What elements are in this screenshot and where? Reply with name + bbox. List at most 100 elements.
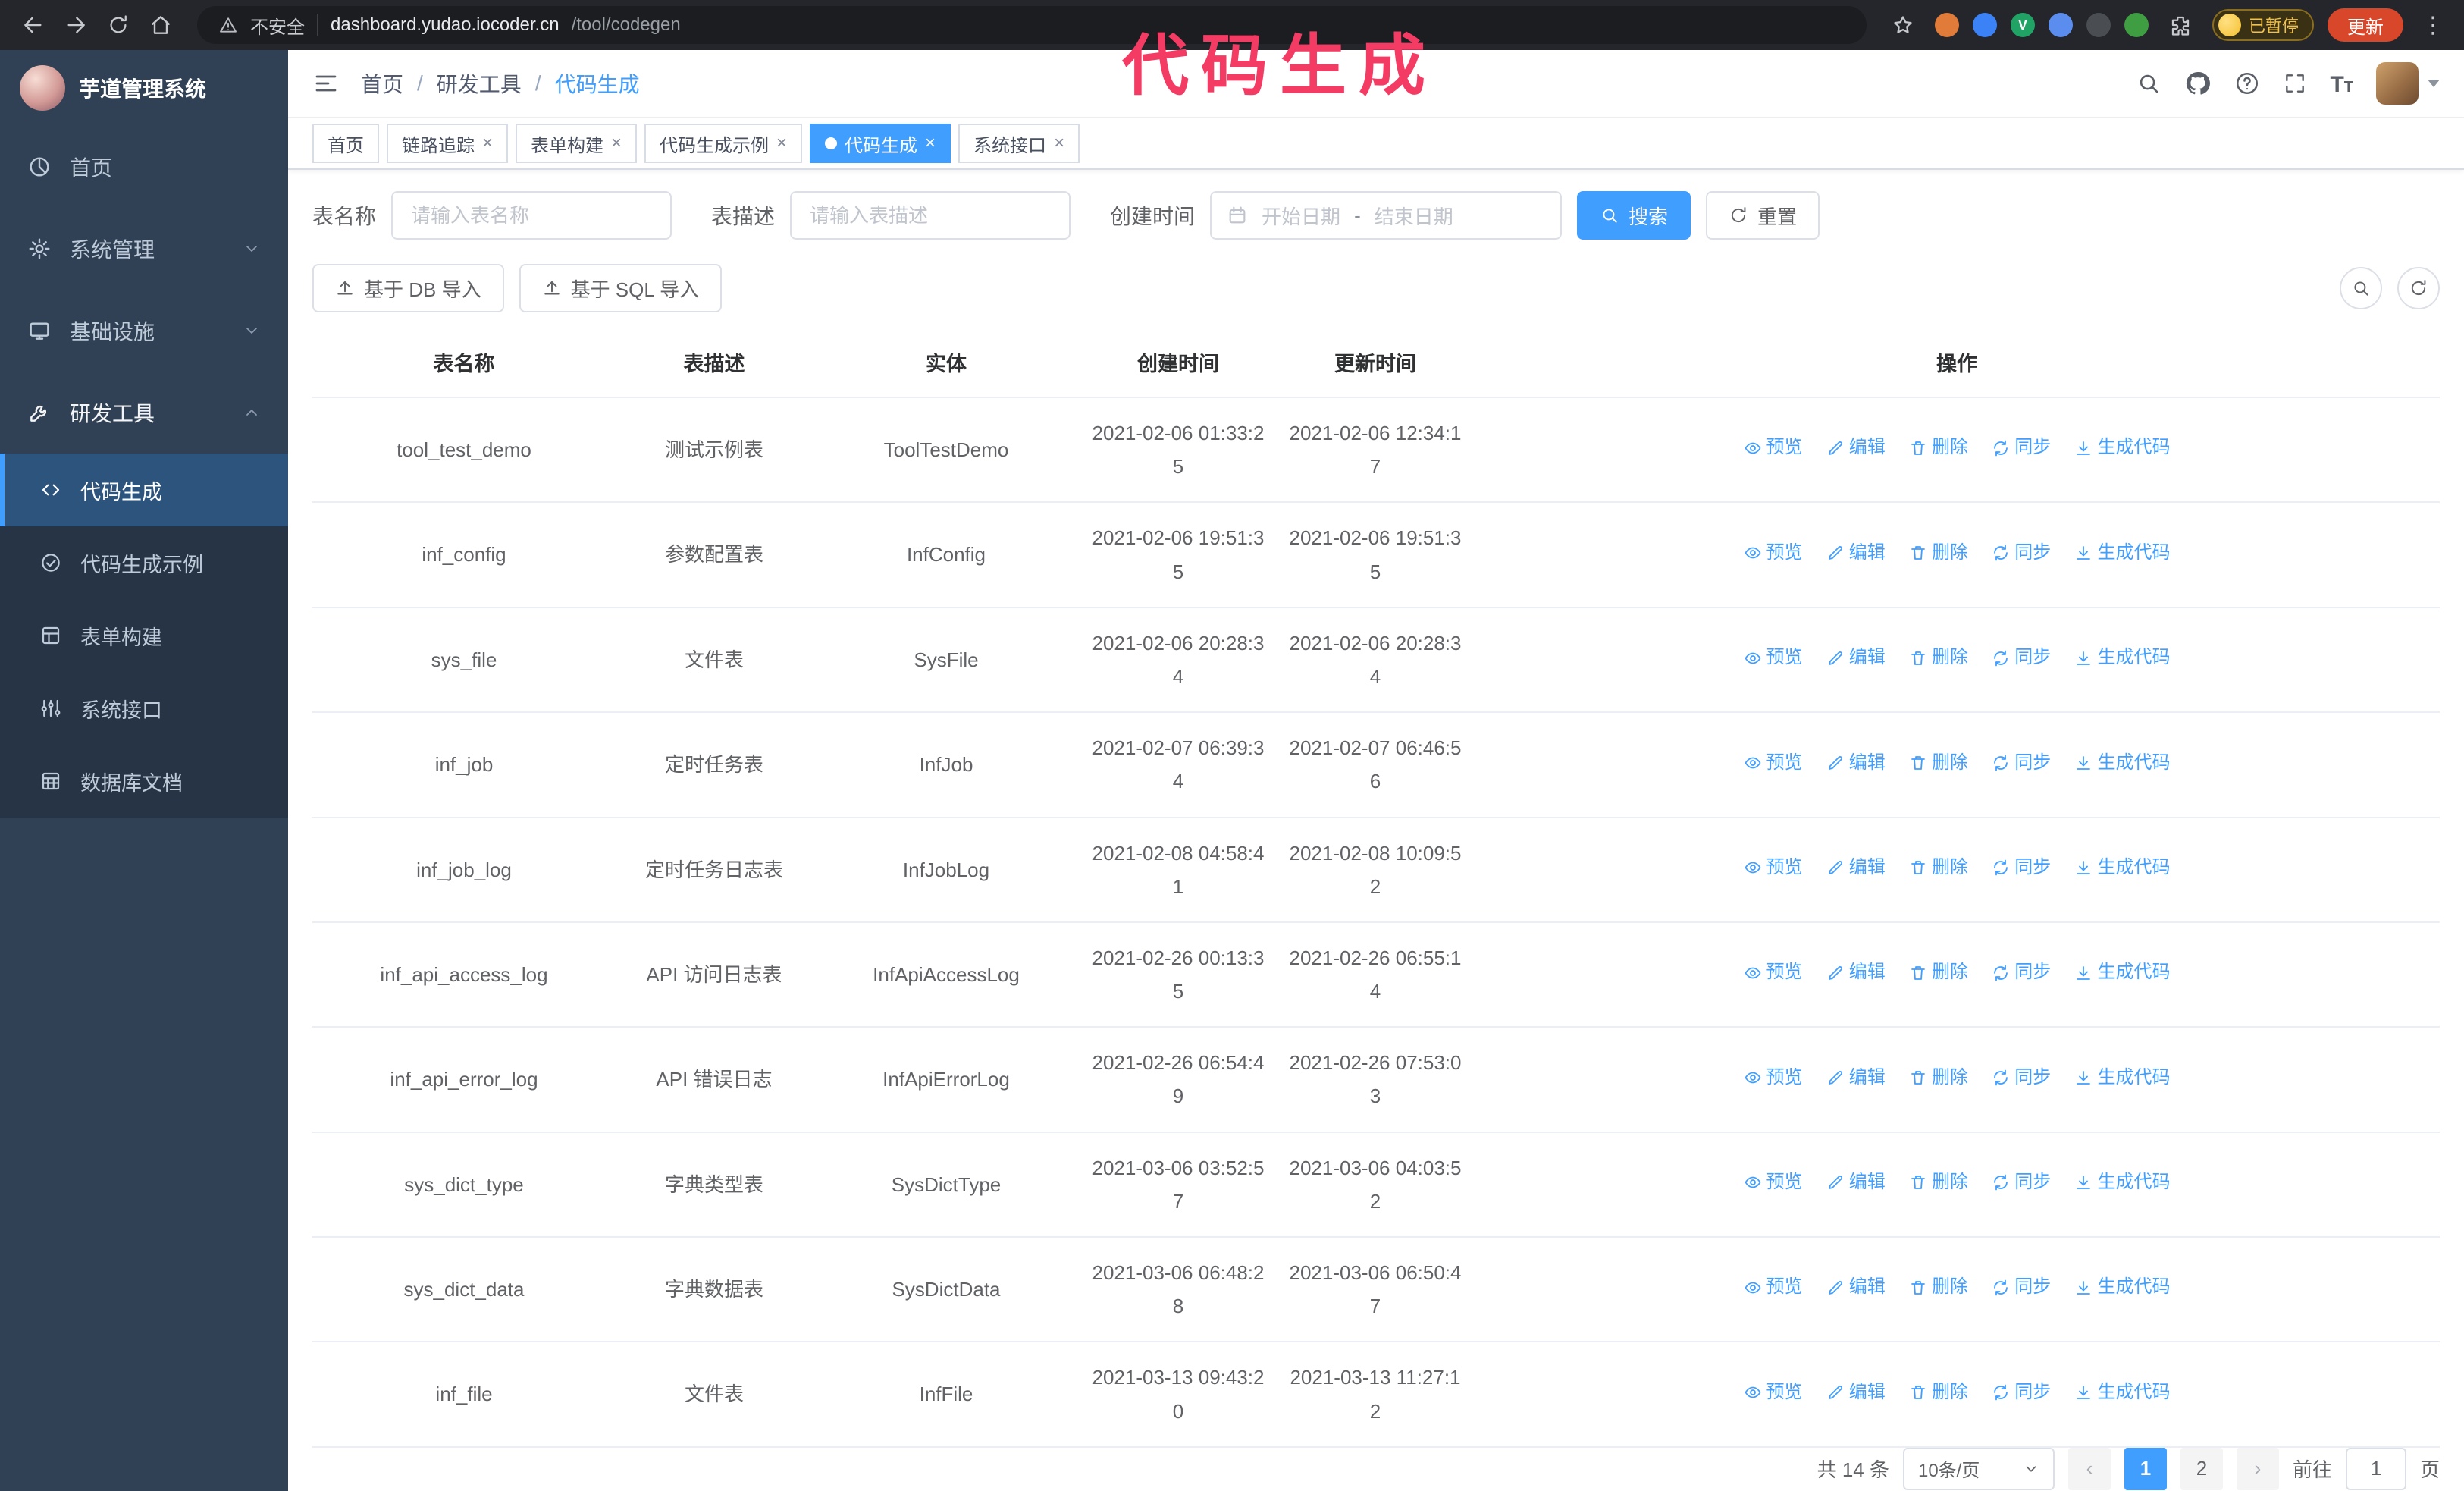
sync-link[interactable]: 同步 — [1992, 642, 2051, 673]
sidebar-item-code-generation-example[interactable]: 代码生成示例 — [0, 526, 288, 599]
edit-link[interactable]: 编辑 — [1826, 852, 1886, 884]
browser-forward-icon[interactable] — [58, 7, 94, 43]
page-button-1[interactable]: 1 — [2124, 1447, 2167, 1490]
generate-code-link[interactable]: 生成代码 — [2074, 1063, 2170, 1094]
delete-link[interactable]: 删除 — [1909, 1167, 1968, 1198]
tab-codegen-example[interactable]: 代码生成示例 × — [644, 124, 803, 163]
extension-icon-leaf[interactable] — [2124, 13, 2149, 37]
extension-icon-green-v[interactable]: V — [2010, 13, 2035, 37]
delete-link[interactable]: 删除 — [1909, 1272, 1968, 1303]
sync-link[interactable]: 同步 — [1992, 1272, 2051, 1303]
edit-link[interactable]: 编辑 — [1826, 538, 1886, 569]
browser-home-icon[interactable] — [143, 7, 179, 43]
preview-link[interactable]: 预览 — [1744, 748, 1803, 779]
search-icon[interactable] — [2136, 71, 2161, 96]
sidebar-item-form-builder[interactable]: 表单构建 — [0, 599, 288, 672]
tab-close-icon[interactable]: × — [611, 134, 622, 152]
tab-trace[interactable]: 链路追踪 × — [387, 124, 509, 163]
breadcrumb-dev-tools[interactable]: 研发工具 — [437, 68, 522, 99]
generate-code-link[interactable]: 生成代码 — [2074, 748, 2170, 779]
sync-link[interactable]: 同步 — [1992, 538, 2051, 569]
browser-back-icon[interactable] — [15, 7, 52, 43]
generate-code-link[interactable]: 生成代码 — [2074, 432, 2170, 463]
sync-link[interactable]: 同步 — [1992, 1063, 2051, 1094]
generate-code-link[interactable]: 生成代码 — [2074, 642, 2170, 673]
tab-close-icon[interactable]: × — [925, 134, 936, 152]
delete-link[interactable]: 删除 — [1909, 748, 1968, 779]
github-icon[interactable] — [2184, 70, 2212, 97]
preview-link[interactable]: 预览 — [1744, 538, 1803, 569]
preview-link[interactable]: 预览 — [1744, 957, 1803, 988]
edit-link[interactable]: 编辑 — [1826, 957, 1886, 988]
app-logo[interactable]: 芋道管理系统 — [0, 50, 288, 126]
create-time-range-picker[interactable]: 开始日期 - 结束日期 — [1210, 191, 1563, 240]
tab-form-builder[interactable]: 表单构建 × — [516, 124, 638, 163]
user-menu[interactable] — [2376, 62, 2440, 105]
help-icon[interactable] — [2234, 71, 2260, 96]
table-name-input[interactable] — [391, 191, 672, 240]
bookmark-star-icon[interactable] — [1885, 7, 1921, 43]
preview-link[interactable]: 预览 — [1744, 1063, 1803, 1094]
extensions-puzzle-icon[interactable] — [2162, 7, 2199, 43]
breadcrumb-home[interactable]: 首页 — [361, 68, 403, 99]
edit-link[interactable]: 编辑 — [1826, 748, 1886, 779]
sidebar-item-system-api[interactable]: 系统接口 — [0, 672, 288, 745]
tab-close-icon[interactable]: × — [776, 134, 787, 152]
reset-button[interactable]: 重置 — [1706, 191, 1820, 240]
sidebar-item-home[interactable]: 首页 — [0, 126, 288, 208]
page-size-select[interactable]: 10条/页 — [1902, 1447, 2055, 1490]
sidebar-item-code-generation[interactable]: 代码生成 — [0, 454, 288, 526]
sidebar-collapse-icon[interactable] — [312, 70, 340, 97]
browser-menu-icon[interactable]: ⋮ — [2417, 12, 2449, 39]
generate-code-link[interactable]: 生成代码 — [2074, 1377, 2170, 1408]
sync-link[interactable]: 同步 — [1992, 432, 2051, 463]
address-bar[interactable]: 不安全 dashboard.yudao.iocoder.cn/tool/code… — [197, 6, 1867, 44]
extension-icon-dark[interactable] — [2086, 13, 2111, 37]
generate-code-link[interactable]: 生成代码 — [2074, 852, 2170, 884]
edit-link[interactable]: 编辑 — [1826, 1063, 1886, 1094]
delete-link[interactable]: 删除 — [1909, 432, 1968, 463]
delete-link[interactable]: 删除 — [1909, 852, 1968, 884]
delete-link[interactable]: 删除 — [1909, 642, 1968, 673]
goto-page-input[interactable] — [2345, 1447, 2406, 1490]
edit-link[interactable]: 编辑 — [1826, 642, 1886, 673]
generate-code-link[interactable]: 生成代码 — [2074, 538, 2170, 569]
browser-reload-icon[interactable] — [100, 7, 136, 43]
tab-close-icon[interactable]: × — [482, 134, 493, 152]
sync-link[interactable]: 同步 — [1992, 852, 2051, 884]
delete-link[interactable]: 删除 — [1909, 1063, 1968, 1094]
generate-code-link[interactable]: 生成代码 — [2074, 1272, 2170, 1303]
extension-icon-orange[interactable] — [1934, 13, 1959, 37]
sync-link[interactable]: 同步 — [1992, 748, 2051, 779]
tab-codegen[interactable]: 代码生成 × — [810, 124, 951, 163]
edit-link[interactable]: 编辑 — [1826, 1272, 1886, 1303]
sidebar-item-system-management[interactable]: 系统管理 — [0, 208, 288, 290]
edit-link[interactable]: 编辑 — [1826, 1377, 1886, 1408]
fullscreen-icon[interactable] — [2283, 71, 2307, 96]
refresh-table-button[interactable] — [2397, 267, 2440, 309]
delete-link[interactable]: 删除 — [1909, 1377, 1968, 1408]
font-size-icon[interactable]: TT — [2330, 70, 2353, 98]
import-sql-button[interactable]: 基于 SQL 导入 — [519, 264, 723, 312]
extension-icon-blue[interactable] — [1972, 13, 1997, 37]
edit-link[interactable]: 编辑 — [1826, 432, 1886, 463]
tab-system-api[interactable]: 系统接口 × — [958, 124, 1080, 163]
chrome-update-button[interactable]: 更新 — [2328, 8, 2403, 42]
extension-icon-people[interactable] — [2048, 13, 2073, 37]
tab-home[interactable]: 首页 — [312, 124, 379, 163]
preview-link[interactable]: 预览 — [1744, 1272, 1803, 1303]
edit-link[interactable]: 编辑 — [1826, 1167, 1886, 1198]
prev-page-button[interactable]: ‹ — [2067, 1447, 2111, 1490]
preview-link[interactable]: 预览 — [1744, 1167, 1803, 1198]
sidebar-item-database-doc[interactable]: 数据库文档 — [0, 745, 288, 818]
sync-link[interactable]: 同步 — [1992, 957, 2051, 988]
profile-paused-badge[interactable]: 已暂停 — [2212, 9, 2314, 41]
page-button-2[interactable]: 2 — [2180, 1447, 2223, 1490]
delete-link[interactable]: 删除 — [1909, 957, 1968, 988]
preview-link[interactable]: 预览 — [1744, 432, 1803, 463]
tab-close-icon[interactable]: × — [1054, 134, 1064, 152]
sync-link[interactable]: 同步 — [1992, 1167, 2051, 1198]
sidebar-item-dev-tools[interactable]: 研发工具 — [0, 372, 288, 454]
sync-link[interactable]: 同步 — [1992, 1377, 2051, 1408]
preview-link[interactable]: 预览 — [1744, 1377, 1803, 1408]
